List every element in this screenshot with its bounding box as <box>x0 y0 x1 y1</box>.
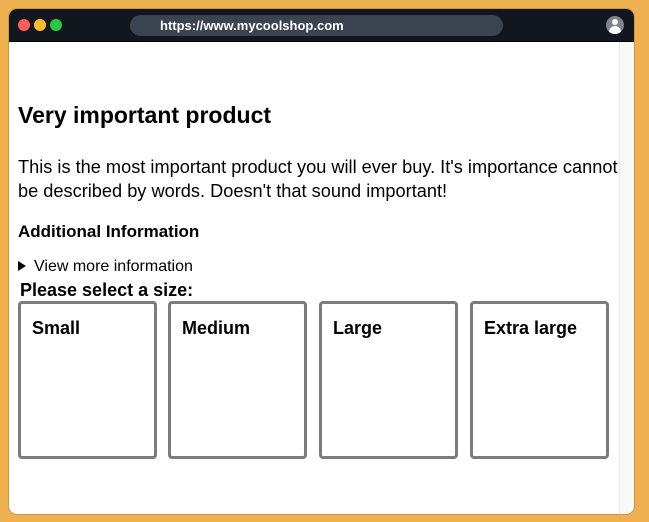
disclosure-triangle-icon <box>18 261 26 271</box>
view-more-information-label: View more information <box>34 258 193 275</box>
size-option-label: Large <box>333 318 383 338</box>
product-title: Very important product <box>18 102 272 128</box>
size-option-label: Extra large <box>484 318 578 338</box>
size-option-medium[interactable]: Medium <box>168 301 307 459</box>
minimize-window-button[interactable] <box>34 19 46 31</box>
view-more-information-toggle[interactable]: View more information <box>18 258 193 276</box>
maximize-window-button[interactable] <box>50 19 62 31</box>
address-bar-url: https://www.mycoolshop.com <box>160 18 344 33</box>
close-window-button[interactable] <box>18 19 30 31</box>
size-option-extra-large[interactable]: Extra large <box>470 301 609 459</box>
size-option-label: Medium <box>182 318 251 338</box>
page-content: Very important product This is the most … <box>9 42 620 514</box>
size-selector-label: Please select a size: <box>20 280 194 300</box>
additional-information-heading: Additional Information <box>18 222 200 241</box>
product-description: This is the most important product you w… <box>18 157 618 201</box>
address-bar[interactable]: https://www.mycoolshop.com <box>130 15 503 36</box>
account-icon[interactable] <box>606 16 624 34</box>
browser-window: https://www.mycoolshop.com Very importan… <box>9 9 634 514</box>
vertical-scrollbar[interactable] <box>619 42 634 514</box>
size-option-large[interactable]: Large <box>319 301 458 459</box>
size-option-label: Small <box>32 318 81 338</box>
size-option-small[interactable]: Small <box>18 301 157 459</box>
browser-titlebar: https://www.mycoolshop.com <box>9 9 634 42</box>
